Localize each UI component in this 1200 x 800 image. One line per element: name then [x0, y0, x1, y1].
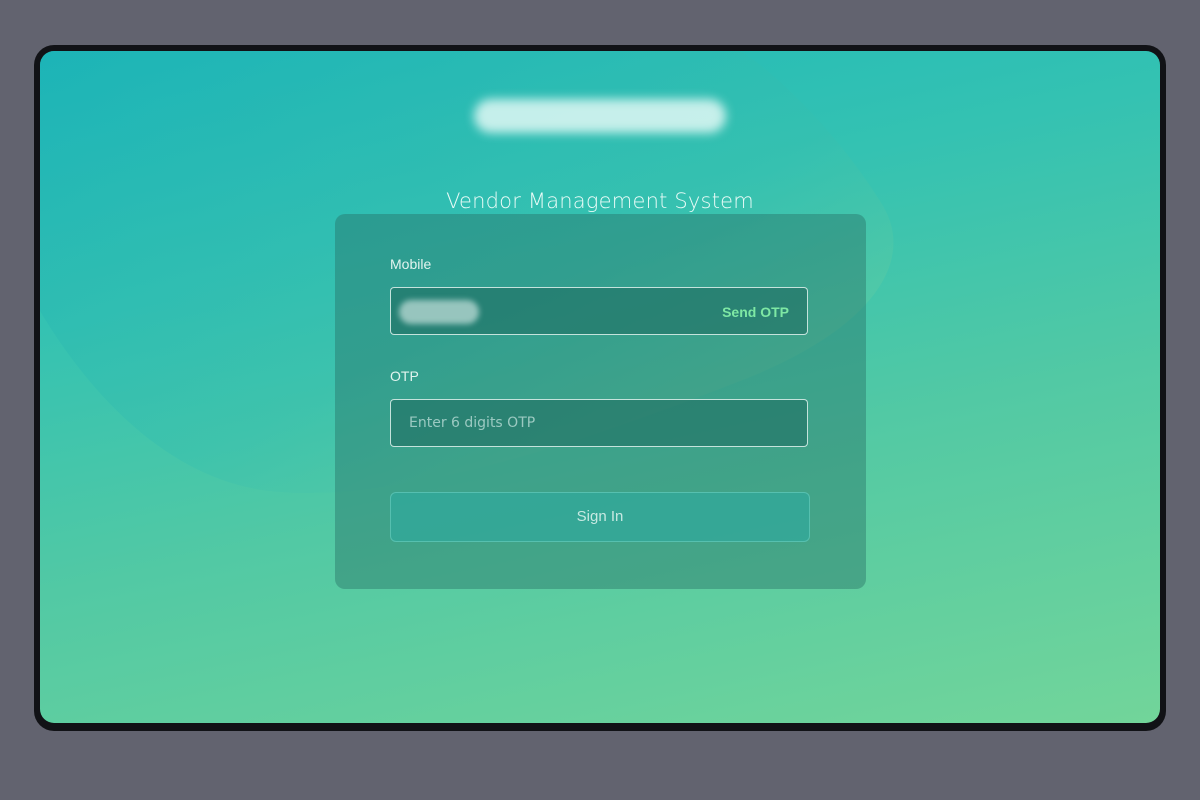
mobile-field[interactable]: Send OTP — [390, 287, 808, 335]
login-card: Mobile Send OTP OTP Sign In — [335, 214, 866, 589]
otp-input[interactable] — [391, 400, 807, 446]
mobile-value-redacted — [399, 300, 479, 324]
mobile-label: Mobile — [390, 256, 432, 272]
app-subtitle: Vendor Management System — [446, 189, 754, 213]
logo-redacted — [474, 99, 726, 133]
device-frame: Vendor Management System Mobile Send OTP… — [34, 45, 1166, 731]
otp-label: OTP — [390, 368, 419, 384]
send-otp-button[interactable]: Send OTP — [722, 288, 789, 336]
login-screen: Vendor Management System Mobile Send OTP… — [40, 51, 1160, 723]
sign-in-button[interactable]: Sign In — [390, 492, 810, 542]
otp-field[interactable] — [390, 399, 808, 447]
